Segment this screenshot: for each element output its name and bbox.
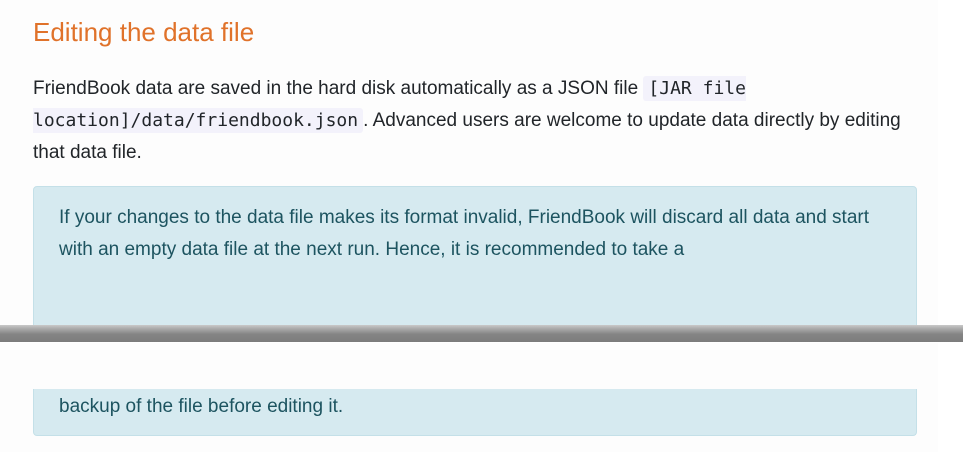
document-page-top: Editing the data file FriendBook data ar… xyxy=(0,0,938,325)
warning-callout-text: If your changes to the data file makes i… xyxy=(59,207,870,260)
intro-paragraph: FriendBook data are saved in the hard di… xyxy=(33,73,923,169)
section-heading: Editing the data file xyxy=(33,17,255,47)
document-page-bottom: backup of the file before editing it. xyxy=(0,343,938,452)
paragraph-text-before: FriendBook data are saved in the hard di… xyxy=(33,78,644,99)
page-break-separator xyxy=(0,325,963,343)
warning-callout-text-continued: backup of the file before editing it. xyxy=(59,396,344,417)
